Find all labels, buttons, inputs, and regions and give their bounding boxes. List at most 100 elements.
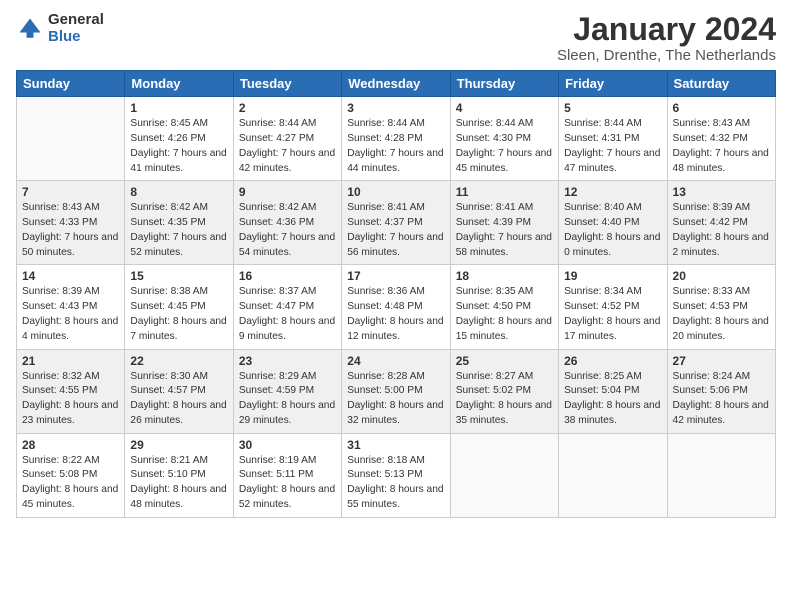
day-info: Sunrise: 8:42 AMSunset: 4:35 PMDaylight:… <box>130 201 227 260</box>
calendar-table: Sunday Monday Tuesday Wednesday Thursday… <box>16 70 776 518</box>
day-number: 1 <box>130 101 227 115</box>
day-info: Sunrise: 8:37 AMSunset: 4:47 PMDaylight:… <box>239 285 336 344</box>
header-row: Sunday Monday Tuesday Wednesday Thursday… <box>17 71 776 97</box>
day-number: 28 <box>22 438 119 452</box>
table-row: 12 Sunrise: 8:40 AMSunset: 4:40 PMDayligh… <box>559 181 667 265</box>
day-info: Sunrise: 8:38 AMSunset: 4:45 PMDaylight:… <box>130 285 227 344</box>
table-row: 22 Sunrise: 8:30 AMSunset: 4:57 PMDayligh… <box>125 349 233 433</box>
logo: General Blue <box>16 12 104 45</box>
day-info: Sunrise: 8:40 AMSunset: 4:40 PMDaylight:… <box>564 201 661 260</box>
table-row: 25 Sunrise: 8:27 AMSunset: 5:02 PMDayligh… <box>450 349 558 433</box>
calendar-row: 1 Sunrise: 8:45 AMSunset: 4:26 PMDaylight… <box>17 97 776 181</box>
table-row: 8Sunrise: 8:42 AMSunset: 4:35 PMDaylight… <box>125 181 233 265</box>
day-number: 21 <box>22 354 119 368</box>
table-row: 7Sunrise: 8:43 AMSunset: 4:33 PMDaylight… <box>17 181 125 265</box>
day-number: 3 <box>347 101 444 115</box>
col-tuesday: Tuesday <box>233 71 341 97</box>
day-number: 26 <box>564 354 661 368</box>
day-number: 16 <box>239 269 336 283</box>
day-number: 15 <box>130 269 227 283</box>
table-row: 17Sunrise: 8:36 AMSunset: 4:48 PMDayligh… <box>342 265 450 349</box>
logo-general-label: General <box>48 12 104 29</box>
table-row: 3 Sunrise: 8:44 AMSunset: 4:28 PMDaylight… <box>342 97 450 181</box>
day-number: 29 <box>130 438 227 452</box>
day-number: 12 <box>564 185 661 199</box>
col-friday: Friday <box>559 71 667 97</box>
table-row <box>559 433 667 517</box>
table-row: 26 Sunrise: 8:25 AMSunset: 5:04 PMDayligh… <box>559 349 667 433</box>
calendar-row: 14 Sunrise: 8:39 AMSunset: 4:43 PMDayligh… <box>17 265 776 349</box>
table-row: 20Sunrise: 8:33 AMSunset: 4:53 PMDayligh… <box>667 265 775 349</box>
day-number: 9 <box>239 185 336 199</box>
table-row: 9Sunrise: 8:42 AMSunset: 4:36 PMDaylight… <box>233 181 341 265</box>
table-row <box>17 97 125 181</box>
table-row: 11 Sunrise: 8:41 AMSunset: 4:39 PMDayligh… <box>450 181 558 265</box>
day-number: 11 <box>456 185 553 199</box>
day-info: Sunrise: 8:30 AMSunset: 4:57 PMDaylight:… <box>130 370 227 429</box>
calendar-subtitle: Sleen, Drenthe, The Netherlands <box>557 47 776 64</box>
col-wednesday: Wednesday <box>342 71 450 97</box>
day-number: 2 <box>239 101 336 115</box>
day-info: Sunrise: 8:39 AMSunset: 4:43 PMDaylight:… <box>22 285 119 344</box>
page: General Blue January 2024 Sleen, Drenthe… <box>0 0 792 612</box>
day-info: Sunrise: 8:41 AMSunset: 4:37 PMDaylight:… <box>347 201 444 260</box>
day-info: Sunrise: 8:44 AMSunset: 4:28 PMDaylight:… <box>347 117 444 176</box>
col-monday: Monday <box>125 71 233 97</box>
day-number: 27 <box>673 354 770 368</box>
day-info: Sunrise: 8:44 AMSunset: 4:27 PMDaylight:… <box>239 117 336 176</box>
day-number: 5 <box>564 101 661 115</box>
day-info: Sunrise: 8:41 AMSunset: 4:39 PMDaylight:… <box>456 201 553 260</box>
day-number: 24 <box>347 354 444 368</box>
day-info: Sunrise: 8:25 AMSunset: 5:04 PMDaylight:… <box>564 370 661 429</box>
table-row: 1 Sunrise: 8:45 AMSunset: 4:26 PMDaylight… <box>125 97 233 181</box>
table-row: 6 Sunrise: 8:43 AMSunset: 4:32 PMDaylight… <box>667 97 775 181</box>
day-info: Sunrise: 8:32 AMSunset: 4:55 PMDaylight:… <box>22 370 119 429</box>
table-row: 28Sunrise: 8:22 AMSunset: 5:08 PMDayligh… <box>17 433 125 517</box>
day-number: 30 <box>239 438 336 452</box>
day-number: 10 <box>347 185 444 199</box>
table-row: 5Sunrise: 8:44 AMSunset: 4:31 PMDaylight… <box>559 97 667 181</box>
col-saturday: Saturday <box>667 71 775 97</box>
day-info: Sunrise: 8:34 AMSunset: 4:52 PMDaylight:… <box>564 285 661 344</box>
day-number: 22 <box>130 354 227 368</box>
day-info: Sunrise: 8:45 AMSunset: 4:26 PMDaylight:… <box>130 117 227 176</box>
day-info: Sunrise: 8:21 AMSunset: 5:10 PMDaylight:… <box>130 454 227 513</box>
table-row: 15 Sunrise: 8:38 AMSunset: 4:45 PMDayligh… <box>125 265 233 349</box>
col-sunday: Sunday <box>17 71 125 97</box>
calendar-title: January 2024 <box>557 12 776 47</box>
header: General Blue January 2024 Sleen, Drenthe… <box>16 12 776 64</box>
day-info: Sunrise: 8:24 AMSunset: 5:06 PMDaylight:… <box>673 370 770 429</box>
col-thursday: Thursday <box>450 71 558 97</box>
table-row: 14 Sunrise: 8:39 AMSunset: 4:43 PMDayligh… <box>17 265 125 349</box>
table-row <box>450 433 558 517</box>
table-row: 23 Sunrise: 8:29 AMSunset: 4:59 PMDayligh… <box>233 349 341 433</box>
day-number: 14 <box>22 269 119 283</box>
table-row: 29 Sunrise: 8:21 AMSunset: 5:10 PMDayligh… <box>125 433 233 517</box>
title-block: January 2024 Sleen, Drenthe, The Netherl… <box>557 12 776 64</box>
day-info: Sunrise: 8:39 AMSunset: 4:42 PMDaylight:… <box>673 201 770 260</box>
calendar-row: 21 Sunrise: 8:32 AMSunset: 4:55 PMDayligh… <box>17 349 776 433</box>
day-number: 23 <box>239 354 336 368</box>
day-info: Sunrise: 8:19 AMSunset: 5:11 PMDaylight:… <box>239 454 336 513</box>
table-row: 30 Sunrise: 8:19 AMSunset: 5:11 PMDayligh… <box>233 433 341 517</box>
day-info: Sunrise: 8:29 AMSunset: 4:59 PMDaylight:… <box>239 370 336 429</box>
table-row: 19 Sunrise: 8:34 AMSunset: 4:52 PMDayligh… <box>559 265 667 349</box>
table-row: 24 Sunrise: 8:28 AMSunset: 5:00 PMDayligh… <box>342 349 450 433</box>
calendar-row: 7Sunrise: 8:43 AMSunset: 4:33 PMDaylight… <box>17 181 776 265</box>
day-number: 19 <box>564 269 661 283</box>
table-row: 21 Sunrise: 8:32 AMSunset: 4:55 PMDayligh… <box>17 349 125 433</box>
day-info: Sunrise: 8:44 AMSunset: 4:30 PMDaylight:… <box>456 117 553 176</box>
day-info: Sunrise: 8:18 AMSunset: 5:13 PMDaylight:… <box>347 454 444 513</box>
day-info: Sunrise: 8:27 AMSunset: 5:02 PMDaylight:… <box>456 370 553 429</box>
logo-text: General Blue <box>48 12 104 45</box>
day-info: Sunrise: 8:43 AMSunset: 4:32 PMDaylight:… <box>673 117 770 176</box>
day-number: 6 <box>673 101 770 115</box>
day-number: 25 <box>456 354 553 368</box>
table-row: 27 Sunrise: 8:24 AMSunset: 5:06 PMDayligh… <box>667 349 775 433</box>
table-row: 16 Sunrise: 8:37 AMSunset: 4:47 PMDayligh… <box>233 265 341 349</box>
table-row: 18Sunrise: 8:35 AMSunset: 4:50 PMDayligh… <box>450 265 558 349</box>
day-number: 4 <box>456 101 553 115</box>
table-row: 2 Sunrise: 8:44 AMSunset: 4:27 PMDaylight… <box>233 97 341 181</box>
day-number: 31 <box>347 438 444 452</box>
day-info: Sunrise: 8:28 AMSunset: 5:00 PMDaylight:… <box>347 370 444 429</box>
